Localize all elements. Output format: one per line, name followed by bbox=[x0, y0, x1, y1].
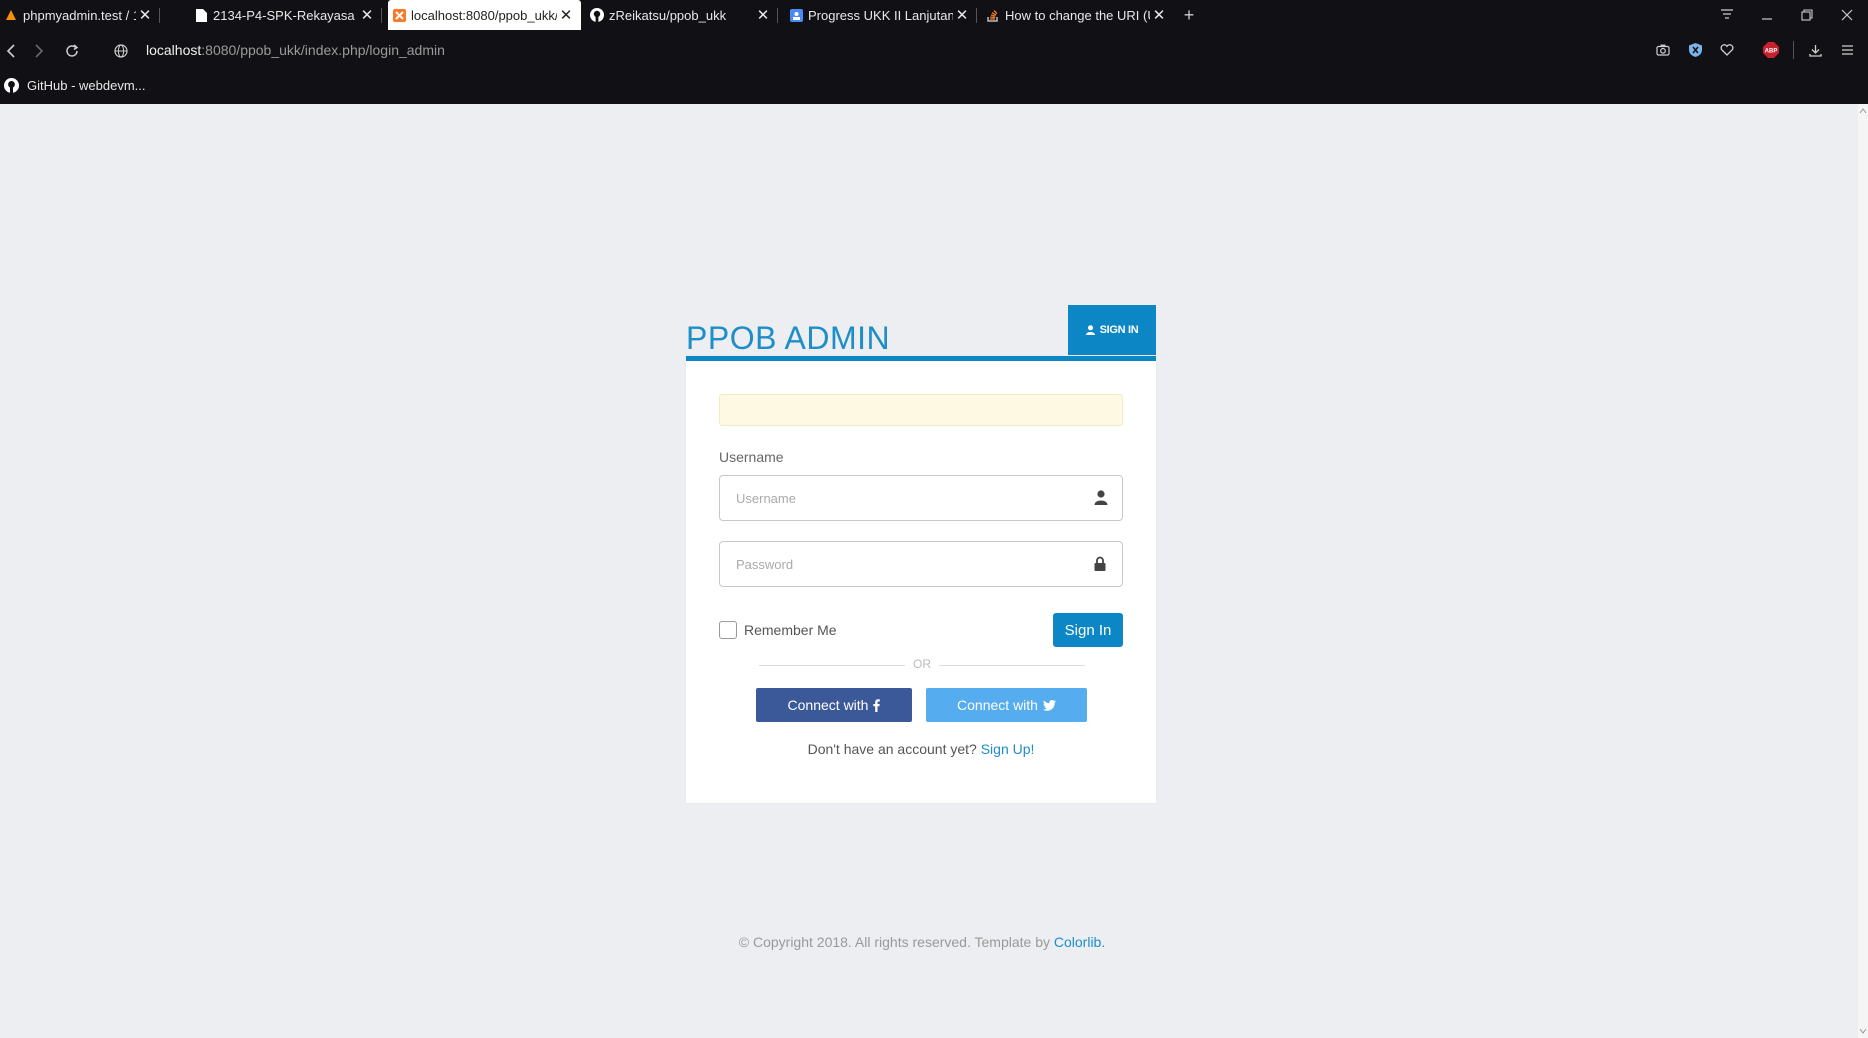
github-icon bbox=[4, 78, 19, 93]
or-text: OR bbox=[913, 657, 931, 671]
alert-box bbox=[719, 394, 1123, 426]
signin-tab[interactable]: SIGN IN bbox=[1068, 305, 1156, 355]
menu-icon[interactable] bbox=[1837, 40, 1857, 60]
tab-list-icon[interactable] bbox=[1708, 0, 1746, 30]
copyright-text: © Copyright 2018. All rights reserved. T… bbox=[738, 934, 1050, 950]
twitter-button-label: Connect with bbox=[957, 697, 1038, 713]
reload-icon[interactable] bbox=[61, 40, 83, 62]
close-tab-icon[interactable]: ✕ bbox=[754, 6, 772, 24]
connect-twitter-button[interactable]: Connect with bbox=[926, 688, 1087, 722]
close-tab-icon[interactable]: ✕ bbox=[358, 6, 376, 24]
footer: © Copyright 2018. All rights reserved. T… bbox=[0, 934, 1844, 950]
close-window-button[interactable] bbox=[1828, 0, 1866, 30]
phpmyadmin-icon bbox=[4, 8, 18, 22]
browser-chrome: phpmyadmin.test / 127.0.0 ✕ 2134-P4-SPK-… bbox=[0, 0, 1868, 104]
sign-in-button[interactable]: Sign In bbox=[1053, 613, 1123, 647]
forward-icon[interactable] bbox=[28, 40, 50, 62]
lock-icon bbox=[1094, 556, 1110, 572]
tab-slides[interactable]: Progress UKK II Lanjutan ✕ bbox=[785, 0, 977, 30]
tab-github[interactable]: zReikatsu/ppob_ukk ✕ bbox=[586, 0, 778, 30]
github-icon bbox=[590, 8, 604, 22]
tab-title: localhost:8080/ppob_ukk/in bbox=[411, 7, 557, 23]
signin-tab-label: SIGN IN bbox=[1099, 324, 1139, 336]
tab-stackoverflow[interactable]: How to change the URI (UR ✕ bbox=[982, 0, 1174, 30]
toolbar-divider bbox=[1793, 41, 1794, 59]
tab-title: How to change the URI (UR bbox=[1005, 7, 1150, 23]
username-field[interactable] bbox=[719, 475, 1123, 521]
heart-icon[interactable] bbox=[1717, 40, 1737, 60]
login-card: Username Remember Me Sign In bbox=[686, 356, 1156, 803]
slides-icon bbox=[789, 8, 803, 22]
remember-me[interactable]: Remember Me bbox=[719, 621, 837, 639]
tab-phpmyadmin[interactable]: phpmyadmin.test / 127.0.0 ✕ bbox=[0, 0, 160, 30]
globe-icon[interactable] bbox=[110, 40, 132, 62]
close-tab-icon[interactable]: ✕ bbox=[1150, 6, 1168, 24]
url-host: localhost bbox=[146, 42, 202, 58]
svg-text:ABP: ABP bbox=[1765, 49, 1778, 55]
bookmark-label: GitHub - webdevm... bbox=[27, 78, 146, 93]
tab-title: zReikatsu/ppob_ukk bbox=[609, 7, 727, 23]
facebook-button-label: Connect with bbox=[787, 697, 869, 713]
page-scrollbar[interactable] bbox=[1858, 104, 1868, 1038]
close-tab-icon[interactable]: ✕ bbox=[953, 6, 971, 24]
connect-facebook-button[interactable]: Connect with bbox=[756, 688, 912, 722]
user-icon bbox=[1094, 490, 1110, 506]
bookmark-github[interactable]: GitHub - webdevm... bbox=[4, 78, 146, 93]
signup-link[interactable]: Sign Up! bbox=[981, 741, 1035, 757]
adblock-icon[interactable]: ABP bbox=[1761, 40, 1781, 60]
colorlib-link[interactable]: Colorlib. bbox=[1054, 934, 1105, 950]
bookmarks-bar: GitHub - webdevm... bbox=[0, 72, 1868, 104]
shield-icon[interactable] bbox=[1685, 40, 1705, 60]
tab-bar: phpmyadmin.test / 127.0.0 ✕ 2134-P4-SPK-… bbox=[0, 0, 1868, 30]
remember-checkbox[interactable] bbox=[719, 621, 737, 639]
new-tab-button[interactable]: + bbox=[1172, 0, 1206, 30]
restore-button[interactable] bbox=[1788, 0, 1826, 30]
page-body: PPOB ADMIN SIGN IN Username Username Rem… bbox=[0, 104, 1858, 1038]
document-icon bbox=[194, 8, 208, 22]
tab-localhost-active[interactable]: localhost:8080/ppob_ukk/in ✕ bbox=[388, 0, 581, 30]
brand-title: PPOB ADMIN bbox=[686, 320, 891, 356]
minimize-button[interactable] bbox=[1748, 0, 1786, 30]
url-path: :8080/ppob_ukk/index.php/login_admin bbox=[201, 42, 445, 58]
tab-document[interactable]: 2134-P4-SPK-Rekayasa Per ✕ bbox=[190, 0, 382, 30]
camera-icon[interactable] bbox=[1653, 40, 1673, 60]
xampp-icon bbox=[392, 8, 406, 22]
or-divider: OR bbox=[759, 657, 1085, 673]
tab-title: 2134-P4-SPK-Rekayasa Per bbox=[213, 7, 358, 23]
signup-text: Don't have an account yet? bbox=[807, 741, 977, 757]
signup-prompt: Don't have an account yet? Sign Up! bbox=[686, 741, 1156, 757]
username-label: Username bbox=[719, 449, 784, 465]
address-bar: localhost:8080/ppob_ukk/index.php/login_… bbox=[0, 30, 1868, 72]
facebook-icon bbox=[873, 698, 881, 712]
username-input[interactable] bbox=[720, 476, 1086, 520]
url-field[interactable]: localhost:8080/ppob_ukk/index.php/login_… bbox=[146, 42, 445, 58]
password-input[interactable] bbox=[720, 542, 1086, 586]
close-tab-icon[interactable]: ✕ bbox=[136, 6, 154, 24]
tab-title: Progress UKK II Lanjutan bbox=[808, 7, 953, 23]
back-icon[interactable] bbox=[0, 40, 22, 62]
stackoverflow-icon bbox=[986, 8, 1000, 22]
close-tab-icon[interactable]: ✕ bbox=[557, 6, 575, 24]
user-icon bbox=[1085, 325, 1095, 335]
password-field[interactable] bbox=[719, 541, 1123, 587]
twitter-icon bbox=[1042, 699, 1056, 711]
remember-label: Remember Me bbox=[744, 622, 837, 638]
tab-title: phpmyadmin.test / 127.0.0 bbox=[23, 7, 136, 23]
download-icon[interactable] bbox=[1805, 40, 1825, 60]
